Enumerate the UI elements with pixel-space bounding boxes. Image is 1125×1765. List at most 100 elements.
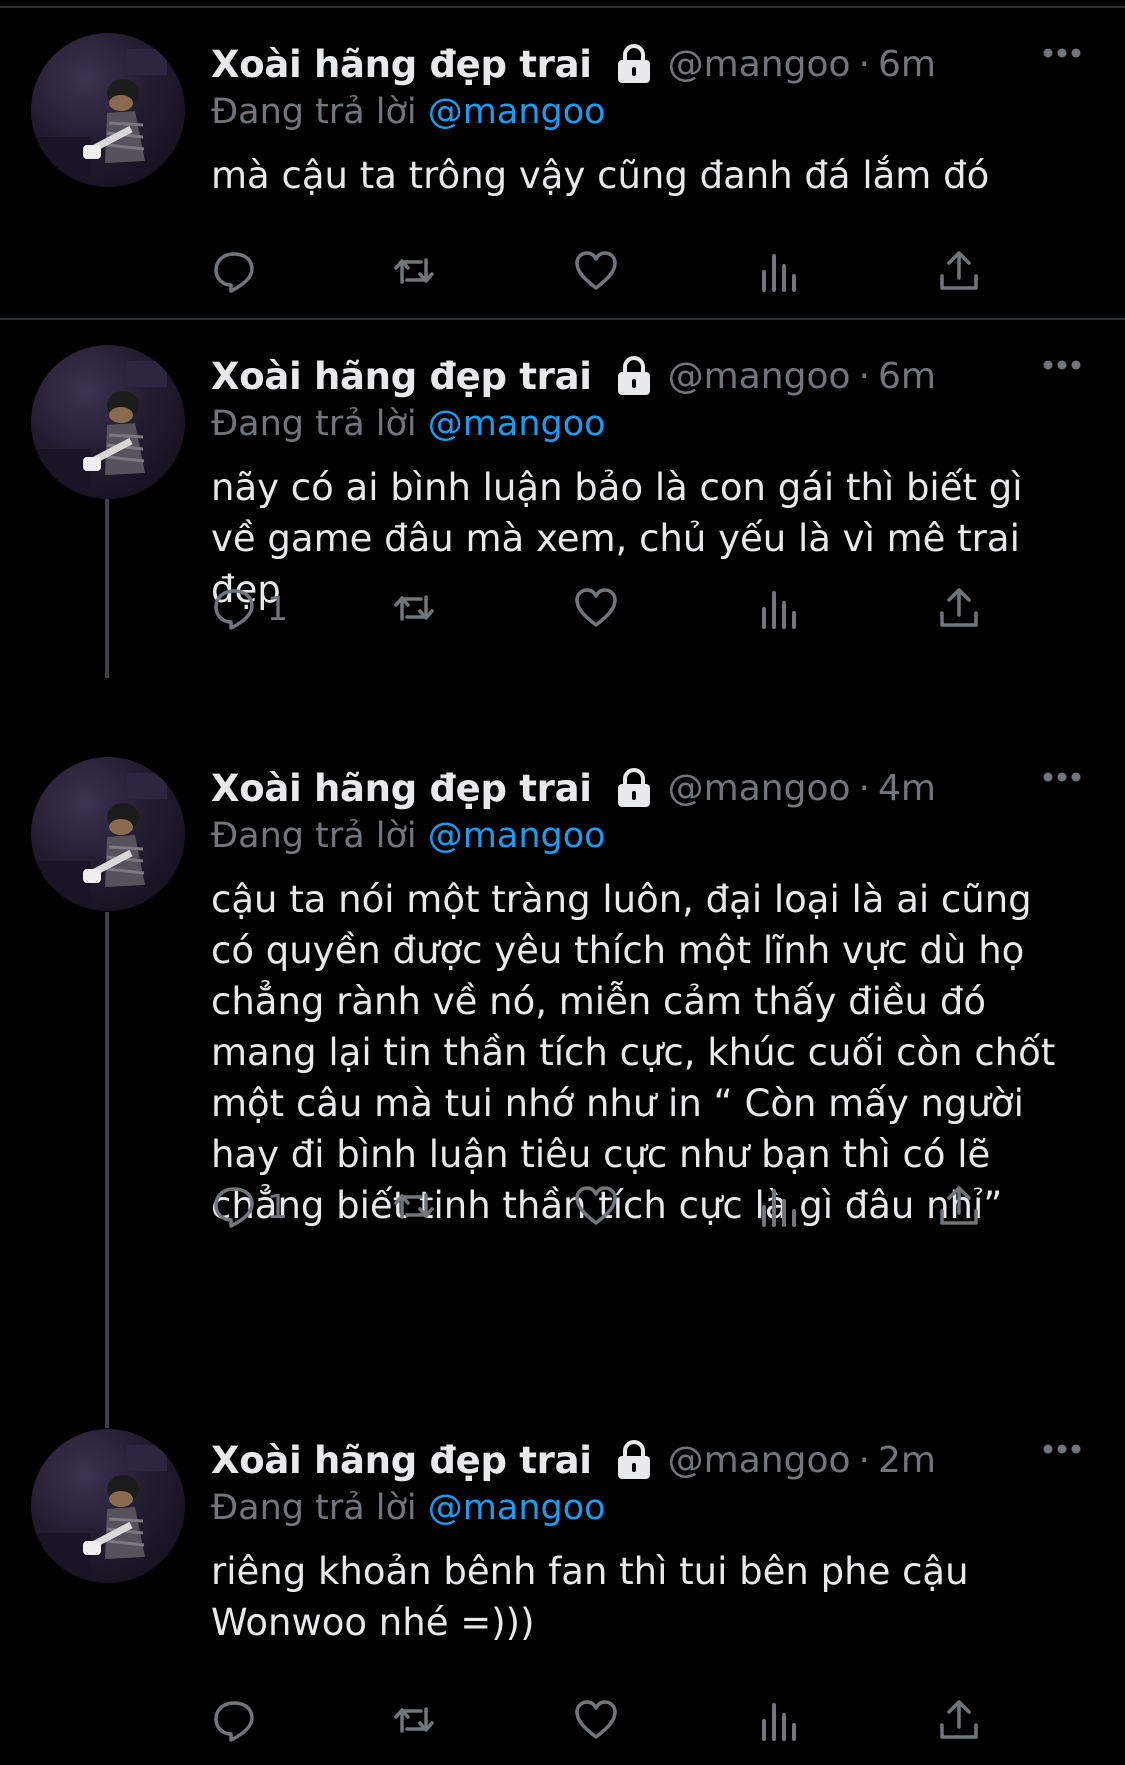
- tweet-body: Xoài hãng đẹp trai @mangoo · 2m Đang trả…: [211, 1434, 1095, 1648]
- tweet-header: Xoài hãng đẹp trai @mangoo · 6m: [211, 350, 1095, 402]
- like-button[interactable]: [573, 246, 619, 296]
- more-icon[interactable]: [1043, 46, 1081, 60]
- tweet-text: mà cậu ta trông vậy cũng đanh đá lắm đó: [211, 154, 990, 197]
- timestamp[interactable]: 6m: [878, 44, 936, 85]
- tweet[interactable]: Xoài hãng đẹp trai @mangoo · 6m Đang trả…: [0, 318, 1125, 730]
- reply-icon: [214, 589, 254, 630]
- like-button[interactable]: [573, 583, 619, 633]
- action-bar: [211, 246, 1011, 296]
- tweet[interactable]: Xoài hãng đẹp trai @mangoo · 6m Đang trả…: [0, 0, 1125, 318]
- retweet-icon: [394, 595, 434, 621]
- avatar[interactable]: [31, 33, 185, 187]
- heart-icon: [575, 1700, 617, 1739]
- avatar-image: [31, 1445, 167, 1583]
- retweet-button[interactable]: [391, 1181, 437, 1231]
- timestamp[interactable]: 4m: [878, 768, 936, 809]
- handle[interactable]: @mangoo: [668, 356, 851, 397]
- reply-button[interactable]: [211, 1695, 267, 1745]
- display-name[interactable]: Xoài hãng đẹp trai: [211, 355, 592, 398]
- separator-dot: ·: [858, 1439, 870, 1481]
- retweet-button[interactable]: [391, 246, 437, 296]
- reply-icon: [214, 1701, 254, 1742]
- action-bar: 1: [211, 1181, 1011, 1231]
- retweet-icon: [394, 258, 434, 284]
- heart-icon: [575, 588, 617, 627]
- more-icon[interactable]: [1043, 358, 1081, 372]
- handle[interactable]: @mangoo: [668, 1440, 851, 1481]
- heart-icon: [575, 1186, 617, 1225]
- more-icon[interactable]: [1043, 770, 1081, 784]
- reply-button[interactable]: 1: [211, 583, 288, 633]
- share-icon: [940, 588, 978, 627]
- retweet-icon: [394, 1707, 434, 1733]
- retweet-button[interactable]: [391, 1695, 437, 1745]
- views-button[interactable]: [756, 1695, 802, 1745]
- tweet-header: Xoài hãng đẹp trai @mangoo · 2m: [211, 1434, 1095, 1486]
- lock-icon: [617, 768, 650, 807]
- tweet-body: Xoài hãng đẹp trai @mangoo · 6m Đang trả…: [211, 350, 1095, 615]
- retweet-button[interactable]: [391, 583, 437, 633]
- mention-link[interactable]: @mangoo: [428, 92, 606, 132]
- tweet-text: cậu ta nói một tràng luôn, đại loại là a…: [211, 878, 1056, 1227]
- reply-count: 1: [267, 1186, 288, 1226]
- action-bar: 1: [211, 583, 1011, 633]
- like-button[interactable]: [573, 1181, 619, 1231]
- mention-link[interactable]: @mangoo: [428, 404, 606, 444]
- avatar[interactable]: [31, 345, 185, 499]
- display-name[interactable]: Xoài hãng đẹp trai: [211, 1439, 592, 1482]
- reply-icon: [214, 1187, 254, 1228]
- replying-to: Đang trả lời @mangoo: [211, 404, 1095, 452]
- lock-icon: [617, 356, 650, 395]
- replying-prefix: Đang trả lời: [211, 404, 417, 444]
- tweet-header: Xoài hãng đẹp trai @mangoo · 6m: [211, 38, 1095, 90]
- tweet-header: Xoài hãng đẹp trai @mangoo · 4m: [211, 762, 1095, 814]
- views-icon: [762, 591, 796, 629]
- like-button[interactable]: [573, 1695, 619, 1745]
- share-button[interactable]: [936, 1695, 982, 1745]
- avatar-image: [31, 361, 167, 499]
- reply-button[interactable]: 1: [211, 1181, 288, 1231]
- separator-dot: ·: [858, 767, 870, 809]
- handle[interactable]: @mangoo: [668, 768, 851, 809]
- more-icon[interactable]: [1043, 1442, 1081, 1456]
- share-icon: [940, 1700, 978, 1739]
- display-name[interactable]: Xoài hãng đẹp trai: [211, 767, 592, 810]
- handle[interactable]: @mangoo: [668, 44, 851, 85]
- views-button[interactable]: [756, 1181, 802, 1231]
- share-button[interactable]: [936, 583, 982, 633]
- avatar-image: [31, 773, 167, 911]
- mention-link[interactable]: @mangoo: [428, 816, 606, 856]
- views-button[interactable]: [756, 583, 802, 633]
- share-icon: [940, 251, 978, 290]
- tweet-body: Xoài hãng đẹp trai @mangoo · 6m Đang trả…: [211, 38, 1095, 201]
- replying-to: Đang trả lời @mangoo: [211, 816, 1095, 864]
- reply-icon: [214, 252, 254, 293]
- replying-prefix: Đang trả lời: [211, 92, 417, 132]
- separator-dot: ·: [858, 43, 870, 85]
- share-button[interactable]: [936, 246, 982, 296]
- lock-icon: [617, 1440, 650, 1479]
- tweet[interactable]: Xoài hãng đẹp trai @mangoo · 4m Đang trả…: [0, 730, 1125, 1402]
- replying-to: Đang trả lời @mangoo: [211, 92, 1095, 140]
- views-icon: [762, 1703, 796, 1741]
- replying-prefix: Đang trả lời: [211, 1488, 417, 1528]
- avatar-image: [31, 49, 167, 187]
- views-icon: [762, 254, 796, 292]
- avatar[interactable]: [31, 757, 185, 911]
- action-bar: [211, 1695, 1011, 1745]
- lock-icon: [617, 44, 650, 83]
- avatar[interactable]: [31, 1429, 185, 1583]
- views-icon: [762, 1189, 796, 1227]
- tweet-body: Xoài hãng đẹp trai @mangoo · 4m Đang trả…: [211, 762, 1095, 1231]
- display-name[interactable]: Xoài hãng đẹp trai: [211, 43, 592, 86]
- reply-button[interactable]: [211, 246, 267, 296]
- mention-link[interactable]: @mangoo: [428, 1488, 606, 1528]
- reply-count: 1: [267, 588, 288, 628]
- timestamp[interactable]: 2m: [878, 1440, 936, 1481]
- retweet-icon: [394, 1193, 434, 1219]
- tweet[interactable]: Xoài hãng đẹp trai @mangoo · 2m Đang trả…: [0, 1402, 1125, 1765]
- separator-dot: ·: [858, 355, 870, 397]
- share-button[interactable]: [936, 1181, 982, 1231]
- timestamp[interactable]: 6m: [878, 356, 936, 397]
- views-button[interactable]: [756, 246, 802, 296]
